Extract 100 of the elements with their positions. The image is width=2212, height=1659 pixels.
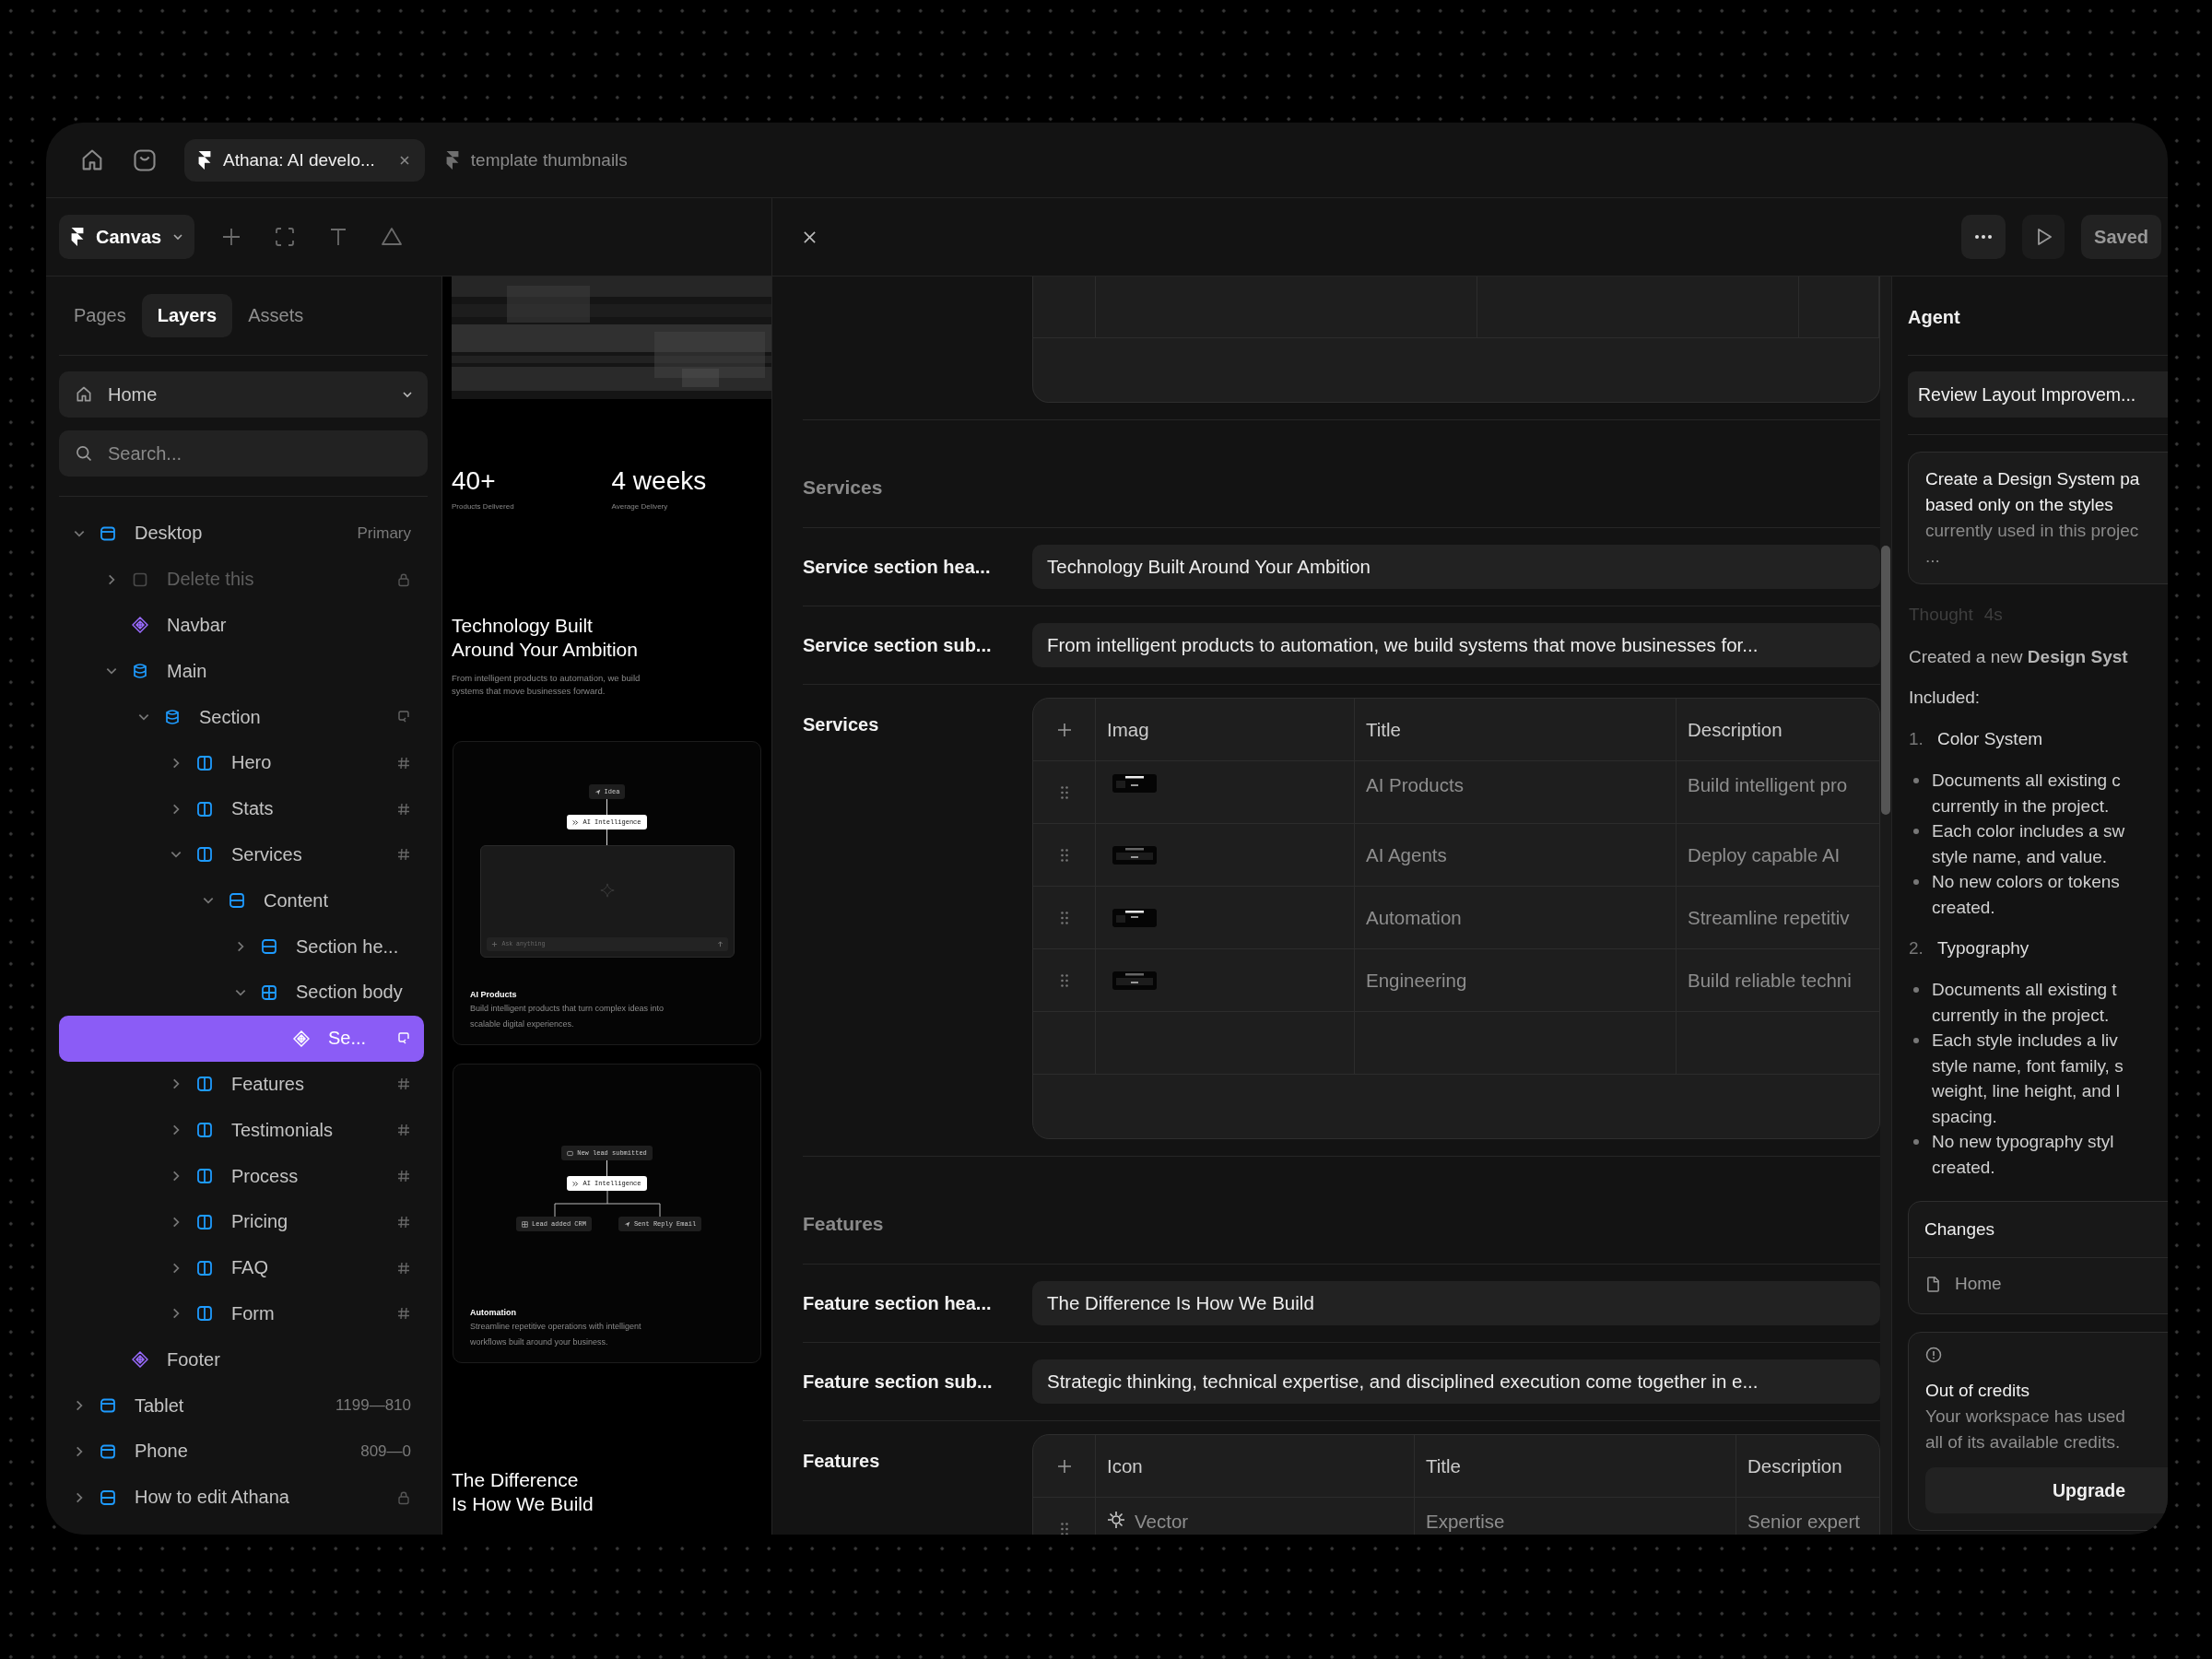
text-field[interactable]: From intelligent products to automation, we build systems that move businesses for... [1032, 623, 1880, 667]
columns-icon [196, 1168, 213, 1185]
panel-tab[interactable]: Pages [58, 294, 142, 337]
drag-handle-icon[interactable] [1059, 784, 1069, 800]
list-heading: Typography [1937, 937, 2030, 959]
drag-handle-icon[interactable] [1059, 847, 1069, 863]
hash-icon [396, 1169, 411, 1184]
triangle-icon[interactable] [381, 226, 404, 248]
bullet-text: Documents all existing c currently in the project. [1932, 770, 2121, 818]
layer-item[interactable]: Section [59, 694, 424, 740]
panel-tab[interactable]: Assets [232, 294, 320, 337]
arrow-up-icon [716, 941, 724, 947]
layer-item[interactable]: Features [59, 1061, 424, 1108]
more-button[interactable] [1961, 215, 2006, 259]
card-text: Your workspace has used all of its available credits. [1925, 1406, 2125, 1453]
table-cell: Engineering [1366, 969, 1467, 992]
panel-tab[interactable]: Layers [141, 294, 233, 337]
connector-line [606, 830, 607, 845]
canvas-menu[interactable]: Canvas [59, 215, 195, 259]
file-tab[interactable]: Athana: AI develo... [184, 138, 425, 182]
send-icon [623, 1220, 630, 1228]
lock-icon[interactable] [396, 1489, 411, 1505]
layer-item[interactable]: Services [59, 831, 424, 878]
section-title: Features [803, 1212, 885, 1236]
connector-line [606, 1160, 607, 1176]
layer-item[interactable]: Section body [59, 969, 424, 1016]
layer-item[interactable]: Stats [59, 785, 424, 832]
column-header: Title [1426, 1454, 1461, 1477]
home-icon [75, 385, 93, 404]
text-field[interactable]: Strategic thinking, technical expertise, and disciplined execution come together in e... [1032, 1359, 1880, 1404]
layer-item[interactable]: Section he... [59, 924, 424, 970]
layer-item[interactable]: Content [59, 877, 424, 924]
info-icon [1925, 1347, 1942, 1363]
layer-note: Primary [357, 524, 411, 543]
table-cell: Deploy capable AI [1688, 843, 1841, 866]
layer-item[interactable]: Navbar [59, 602, 424, 649]
drag-handle-icon[interactable] [1059, 910, 1069, 925]
close-icon[interactable] [398, 154, 410, 166]
layer-note: 1199—810 [335, 1396, 411, 1416]
stat-label: Average Delivery [611, 502, 668, 511]
layer-item[interactable]: Se... [59, 1015, 424, 1062]
list-number: 1. [1908, 728, 1924, 750]
field-label: Services [803, 713, 880, 736]
card-title: Automation [470, 1308, 517, 1317]
list-heading: Color System [1937, 728, 2043, 750]
layer-item[interactable]: Tablet 1199—810 [59, 1382, 424, 1429]
table-cell: Build reliable techni [1688, 969, 1852, 992]
add-icon[interactable] [1056, 722, 1072, 737]
table-cell: Streamline repetitiv [1688, 906, 1850, 929]
layer-item[interactable]: Phone 809—0 [59, 1428, 424, 1475]
layer-item[interactable]: Testimonials [59, 1107, 424, 1154]
rows-icon [229, 892, 245, 910]
hash-icon [396, 847, 411, 863]
stat-value: 4 weeks [611, 466, 707, 496]
layer-item[interactable]: Desktop Primary [59, 511, 424, 557]
upgrade-button[interactable]: Upgrade [1925, 1467, 2168, 1513]
columns-icon [196, 1076, 213, 1093]
search-field[interactable]: Search... [59, 430, 428, 477]
thread-item[interactable]: Review Layout Improvem... [1908, 371, 2168, 418]
layer-item[interactable]: FAQ [59, 1244, 424, 1291]
add-icon[interactable] [1056, 1458, 1072, 1474]
layer-item[interactable]: Pricing [59, 1198, 424, 1245]
text-field[interactable]: Technology Built Around Your Ambition [1032, 545, 1880, 589]
layer-item[interactable]: Hero [59, 740, 424, 786]
close-icon[interactable] [803, 229, 817, 244]
changed-file[interactable]: Home [1909, 1271, 2168, 1297]
card-text: Streamline repetitive operations with intelligent workflows built around your business. [470, 1321, 642, 1348]
table-cell: AI Products [1366, 774, 1464, 796]
page-select[interactable]: Home [59, 371, 428, 418]
stat-label: Products Delivered [452, 502, 514, 511]
chevron-icon [172, 231, 184, 242]
frame-icon[interactable] [274, 226, 297, 248]
layer-item[interactable]: Footer [59, 1336, 424, 1383]
scrollbar-thumb[interactable] [1881, 546, 1890, 815]
logo-icon [70, 227, 85, 247]
inbox-icon [567, 1149, 574, 1157]
layer-item[interactable]: How to edit Athana [59, 1474, 424, 1521]
logo-icon [444, 149, 460, 171]
drag-handle-icon[interactable] [1059, 1521, 1069, 1535]
bullet-text: Each color includes a sw style name, and value. [1932, 820, 2125, 868]
sync-icon[interactable] [396, 1030, 411, 1046]
section-intro: From intelligent products to automation, we build systems that move businesses forward. [452, 672, 641, 698]
hash-icon [396, 755, 411, 771]
text-field[interactable]: The Difference Is How We Build [1032, 1281, 1880, 1325]
search-icon [75, 444, 93, 463]
layer-item[interactable]: Main [59, 648, 424, 695]
layer-item[interactable]: Process [59, 1153, 424, 1199]
lock-icon[interactable] [396, 571, 411, 587]
card-text: Build intelligent products that turn complex ideas into scalable digital experiences. [470, 1003, 665, 1030]
sparkle-icon [572, 1180, 580, 1187]
file-tab[interactable]: template thumbnails [431, 138, 642, 182]
cog-icon [1107, 1511, 1125, 1529]
drag-handle-icon[interactable] [1059, 972, 1069, 988]
field-label: Feature section hea... [803, 1292, 993, 1315]
bag-icon[interactable] [132, 147, 158, 173]
card-title: Out of credits [1925, 1380, 2030, 1402]
agent-message: Created a new Design Syst [1908, 646, 2128, 668]
play-button[interactable] [2022, 215, 2065, 259]
saved-button[interactable]: Saved [2081, 215, 2161, 259]
layer-item[interactable]: Form [59, 1290, 424, 1337]
